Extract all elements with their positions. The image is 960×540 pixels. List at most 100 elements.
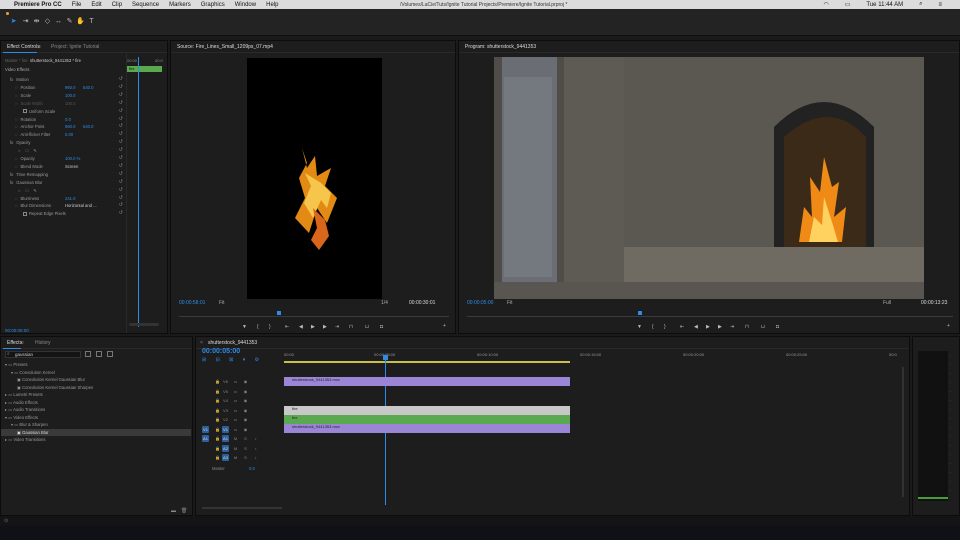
sync-lock-icon[interactable]: ▭ [232, 397, 239, 404]
close-tab-icon[interactable]: × [200, 340, 203, 346]
selection-tool-icon[interactable]: ➤ [9, 17, 18, 26]
reset-icon[interactable]: ↺ [119, 171, 123, 177]
effects-tree-item[interactable]: ▣ Convolution Kernel Gaussian Blur [1, 376, 191, 383]
track-header[interactable]: 🔒 V5 ▭ ◉ [202, 388, 282, 396]
clip-v2[interactable]: fire [284, 406, 570, 415]
mic-icon[interactable]: ♪ [252, 454, 259, 461]
effects-tree-item[interactable]: ▾ ▭ Blur & Sharpen [1, 421, 191, 428]
tab-history[interactable]: History [31, 337, 55, 349]
mask-tools-icon[interactable]: ○ □ ✎ [18, 188, 39, 193]
mute-button[interactable]: M [232, 454, 239, 461]
timeline-v-scrollbar[interactable] [902, 367, 904, 497]
program-goto-out-icon[interactable]: ⇥ [730, 324, 734, 330]
effect-row[interactable]: fx Motion [10, 76, 29, 83]
track-label[interactable]: V4 [222, 397, 229, 404]
effect-row-value-2[interactable]: 540.0 [83, 84, 93, 91]
track-label[interactable]: V5 [222, 388, 229, 395]
effect-row-value[interactable]: Horizontal and ... [65, 202, 97, 209]
eye-icon[interactable]: ◉ [242, 388, 249, 395]
track-label[interactable]: V2 [222, 416, 229, 423]
clip-v5[interactable]: shutterstock_9441353.mov [284, 377, 570, 386]
effect-row-value[interactable]: 100.0 % [65, 155, 80, 162]
effect-row[interactable]: ◌ Scale 100.0 [15, 92, 75, 99]
track-header[interactable]: 🔒 V6 ▭ ◉ [202, 378, 282, 386]
source-out-icon[interactable]: } [269, 324, 271, 330]
panel-menu-icon[interactable]: ≡ [38, 44, 41, 50]
master-label[interactable]: Master * fire [5, 58, 28, 63]
effects-tree-item[interactable]: ▸ ▭ Audio Effects [1, 399, 191, 406]
reset-icon[interactable]: ↺ [119, 84, 123, 90]
clock[interactable]: Tue 11:44 AM [866, 2, 903, 8]
effect-row[interactable]: ◌ Rotation 0.0 [15, 116, 71, 123]
lock-icon[interactable]: 🔒 [214, 445, 221, 452]
accelerated-effects-icon[interactable] [85, 351, 91, 357]
effects-tree-item[interactable]: ▣ Gaussian Blur [1, 428, 191, 436]
razor-icon[interactable]: ◇ [43, 17, 52, 26]
work-area-bar[interactable] [284, 361, 570, 363]
effect-row-value-2[interactable]: 540.0 [83, 123, 93, 130]
menu-graphics[interactable]: Graphics [201, 2, 225, 8]
timeline-snap-tools[interactable]: ⊞ ⊟ ⊠ ▾ ⚙ [202, 357, 263, 363]
timeline-h-scrollbar[interactable] [202, 507, 282, 509]
effect-row-value[interactable]: 960.0 [65, 84, 75, 91]
source-step-forward-icon[interactable]: ▶ [323, 324, 327, 330]
track-label[interactable]: A1 [222, 435, 229, 442]
track-header[interactable]: 🔒 A3 M S ♪ [202, 454, 282, 462]
sync-lock-icon[interactable]: ▭ [232, 416, 239, 423]
lock-icon[interactable]: 🔒 [214, 435, 221, 442]
lock-icon[interactable]: 🔒 [214, 454, 221, 461]
insert-icon[interactable]: ⊓ [349, 324, 353, 330]
program-goto-in-icon[interactable]: ⇤ [680, 324, 684, 330]
reset-icon[interactable]: ↺ [119, 155, 123, 161]
stopwatch-icon[interactable]: ◌ [15, 196, 18, 201]
overwrite-icon[interactable]: ⊔ [365, 324, 369, 330]
stopwatch-icon[interactable]: ◌ [15, 93, 18, 98]
mic-icon[interactable]: ♪ [252, 435, 259, 442]
program-resolution-select[interactable]: Full [883, 300, 891, 306]
effect-row[interactable]: Repeat Edge Pixels [20, 210, 66, 217]
reset-icon[interactable]: ↺ [119, 139, 123, 145]
effect-row[interactable]: ○ □ ✎ [15, 187, 39, 194]
effect-row-value[interactable]: 0.0 [65, 116, 71, 123]
effects-tree-item[interactable]: ▣ Convolution Kernel Gaussian Sharpen [1, 384, 191, 391]
track-header[interactable]: 🔒 V3 ▭ ◉ [202, 407, 282, 415]
lock-icon[interactable]: 🔒 [214, 397, 221, 404]
lock-icon[interactable]: 🔒 [214, 426, 221, 433]
stopwatch-icon[interactable]: ◌ [15, 203, 18, 208]
effect-row-value[interactable]: Screen [65, 163, 78, 170]
stopwatch-icon[interactable]: ◌ [15, 156, 18, 161]
mute-button[interactable]: M [232, 435, 239, 442]
ec-playhead[interactable] [138, 57, 139, 327]
track-label[interactable]: A2 [222, 444, 229, 452]
menu-clip[interactable]: Clip [112, 2, 122, 8]
effect-row-value[interactable]: 0.00 [65, 131, 73, 138]
effects-tree-item[interactable]: ▸ ▭ Video Transitions [1, 436, 191, 443]
clip-label[interactable]: shutterstock_9441353 * fire [30, 58, 81, 63]
effect-row[interactable]: ◌ Blurriness 241.0 [15, 195, 75, 202]
source-playhead[interactable] [277, 311, 281, 315]
stopwatch-icon[interactable]: ◌ [15, 117, 18, 122]
list-icon[interactable]: ≡ [938, 2, 942, 8]
program-out-icon[interactable]: } [664, 324, 666, 330]
reset-icon[interactable]: ↺ [119, 116, 123, 122]
wifi-icon[interactable]: ◠ [823, 1, 828, 8]
master-track-value[interactable]: 0.0 [249, 466, 255, 471]
eye-icon[interactable]: ◉ [242, 378, 249, 385]
reset-icon[interactable]: ↺ [119, 92, 123, 98]
playhead-handle[interactable] [383, 355, 388, 360]
source-goto-out-icon[interactable]: ⇥ [335, 324, 339, 330]
solo-button[interactable]: S [242, 454, 249, 461]
mute-button[interactable]: M [232, 445, 239, 452]
menu-help[interactable]: Help [266, 2, 278, 8]
fx-toggle-icon[interactable]: fx [10, 140, 13, 145]
source-scrubber[interactable] [179, 316, 449, 317]
tab-project[interactable]: Project: Ignite Tutorial [47, 41, 103, 53]
fx-toggle-icon[interactable]: fx [10, 172, 13, 177]
eye-icon[interactable]: ◉ [242, 407, 249, 414]
checkbox[interactable] [23, 212, 27, 217]
ec-timecode[interactable]: 00:00:05:00 [5, 328, 29, 333]
pen-icon[interactable]: ✎ [65, 17, 74, 26]
eye-icon[interactable]: ◉ [242, 426, 249, 433]
reset-icon[interactable]: ↺ [119, 76, 123, 82]
reset-icon[interactable]: ↺ [119, 195, 123, 201]
